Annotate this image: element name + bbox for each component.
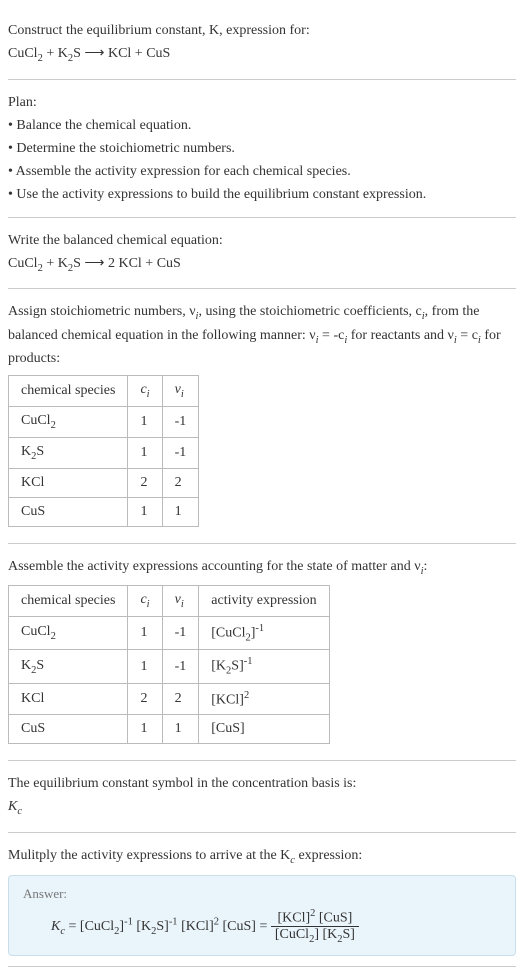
cell-ci: 1 [128, 715, 162, 744]
cell-species: CuS [9, 497, 128, 526]
plan-section: Plan: • Balance the chemical equation. •… [8, 80, 516, 218]
cell-ci: 1 [128, 616, 162, 649]
symbol-value: Kc [8, 796, 516, 820]
cell-species: CuCl2 [9, 616, 128, 649]
cell-ci: 2 [128, 683, 162, 715]
th-species: chemical species [9, 586, 128, 617]
answer-expression: Kc = [CuCl2]-1 [K2S]-1 [KCl]2 [CuS] = [K… [23, 908, 501, 945]
prompt-text: Construct the equilibrium constant, K, e… [8, 20, 516, 41]
symbol-section: The equilibrium constant symbol in the c… [8, 761, 516, 833]
table-row: CuS 1 1 [9, 497, 199, 526]
cell-activity: [K2S]-1 [199, 650, 329, 683]
cell-nui: 2 [162, 683, 199, 715]
table-header-row: chemical species ci νi [9, 376, 199, 407]
table-row: CuCl2 1 -1 [CuCl2]-1 [9, 616, 330, 649]
balanced-equation: CuCl2 + K2S ⟶ 2 KCl + CuS [8, 253, 516, 277]
prompt: Construct the equilibrium constant, K, e… [8, 23, 310, 38]
table-row: K2S 1 -1 [K2S]-1 [9, 650, 330, 683]
plan-title: Plan: [8, 92, 516, 113]
cell-ci: 1 [128, 497, 162, 526]
plan-item-2: • Determine the stoichiometric numbers. [8, 138, 516, 159]
cell-ci: 1 [128, 406, 162, 437]
cell-species: K2S [9, 650, 128, 683]
fraction-denominator: [CuCl2] [K2S] [271, 927, 359, 945]
fraction: [KCl]2 [CuS][CuCl2] [K2S] [271, 908, 359, 945]
stoich-table: chemical species ci νi CuCl2 1 -1 K2S 1 … [8, 375, 199, 526]
cell-species: KCl [9, 683, 128, 715]
cell-nui: -1 [162, 406, 199, 437]
multiply-text: Mulitply the activity expressions to arr… [8, 845, 516, 869]
cell-activity: [CuS] [199, 715, 329, 744]
th-nui: νi [162, 376, 199, 407]
cell-nui: -1 [162, 616, 199, 649]
answer-label: Answer: [23, 886, 501, 902]
assemble-section: Assemble the activity expressions accoun… [8, 544, 516, 762]
cell-species: K2S [9, 437, 128, 468]
th-ci: ci [128, 586, 162, 617]
cell-activity: [CuCl2]-1 [199, 616, 329, 649]
balanced-section: Write the balanced chemical equation: Cu… [8, 218, 516, 290]
symbol-text: The equilibrium constant symbol in the c… [8, 773, 516, 794]
th-activity: activity expression [199, 586, 329, 617]
cell-activity: [KCl]2 [199, 683, 329, 715]
cell-nui: -1 [162, 650, 199, 683]
cell-species: KCl [9, 468, 128, 497]
cell-species: CuS [9, 715, 128, 744]
table-header-row: chemical species ci νi activity expressi… [9, 586, 330, 617]
table-row: KCl 2 2 [9, 468, 199, 497]
table-row: KCl 2 2 [KCl]2 [9, 683, 330, 715]
cell-nui: 1 [162, 497, 199, 526]
th-species: chemical species [9, 376, 128, 407]
table-row: K2S 1 -1 [9, 437, 199, 468]
cell-nui: -1 [162, 437, 199, 468]
balanced-title: Write the balanced chemical equation: [8, 230, 516, 251]
answer-box: Answer: Kc = [CuCl2]-1 [K2S]-1 [KCl]2 [C… [8, 875, 516, 956]
cell-ci: 2 [128, 468, 162, 497]
th-ci: ci [128, 376, 162, 407]
fraction-numerator: [KCl]2 [CuS] [271, 908, 359, 928]
cell-nui: 2 [162, 468, 199, 497]
unbalanced-equation: CuCl2 + K2S ⟶ KCl + CuS [8, 43, 516, 67]
assign-nu-text: Assign stoichiometric numbers, νi, using… [8, 301, 516, 369]
assign-nu-section: Assign stoichiometric numbers, νi, using… [8, 289, 516, 543]
th-nui: νi [162, 586, 199, 617]
cell-species: CuCl2 [9, 406, 128, 437]
cell-ci: 1 [128, 437, 162, 468]
cell-ci: 1 [128, 650, 162, 683]
plan-item-3: • Assemble the activity expression for e… [8, 161, 516, 182]
activity-table: chemical species ci νi activity expressi… [8, 585, 330, 744]
plan-item-4: • Use the activity expressions to build … [8, 184, 516, 205]
assemble-text: Assemble the activity expressions accoun… [8, 556, 516, 580]
header-section: Construct the equilibrium constant, K, e… [8, 8, 516, 80]
multiply-section: Mulitply the activity expressions to arr… [8, 833, 516, 967]
table-row: CuS 1 1 [CuS] [9, 715, 330, 744]
cell-nui: 1 [162, 715, 199, 744]
table-row: CuCl2 1 -1 [9, 406, 199, 437]
plan-item-1: • Balance the chemical equation. [8, 115, 516, 136]
